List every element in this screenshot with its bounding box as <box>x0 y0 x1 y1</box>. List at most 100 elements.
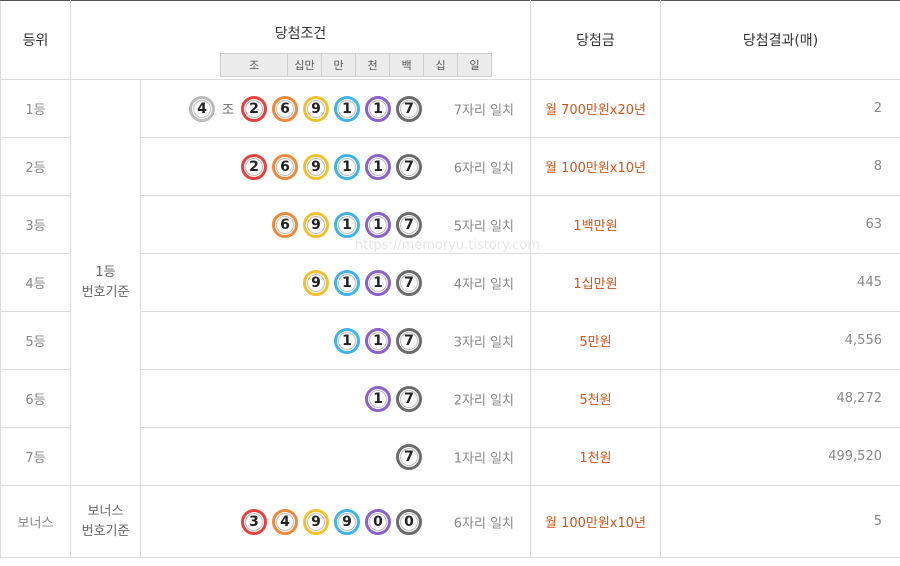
rank-cell: 3등 <box>0 195 71 254</box>
ball-group: 4조269117 <box>189 95 422 122</box>
number-ball: 1 <box>334 95 360 122</box>
ball-group: 7 <box>396 443 422 470</box>
number-ball: 3 <box>241 508 267 535</box>
digit-labels: 조 십만 만 천 백 십 일 <box>220 53 492 77</box>
prize-cell: 5천원 <box>530 369 661 428</box>
table-row: 1등 1등 번호기준 4조269117 7자리 일치 월 700만원x20년 2 <box>0 79 900 486</box>
prize-header: 당첨금 <box>530 0 661 80</box>
rank-cell: 4등 <box>0 253 71 312</box>
jo-label: 조 <box>222 103 234 118</box>
basis-label: 번호기준 <box>81 284 130 300</box>
result-cell: 8 <box>660 137 900 196</box>
number-ball: 1 <box>334 269 360 296</box>
condition-cell: 349900 6자리 일치 <box>140 485 531 558</box>
result-cell: 2 <box>660 79 900 138</box>
number-ball: 0 <box>365 508 391 535</box>
number-ball: 6 <box>272 153 298 180</box>
rank-cell: 5등 <box>0 311 71 370</box>
prize-cell: 5만원 <box>530 311 661 370</box>
condition-header-title: 당첨조건 <box>274 26 327 42</box>
number-ball: 2 <box>241 95 267 122</box>
ball-group: 117 <box>334 327 422 354</box>
digit-label-jo: 조 <box>220 53 288 77</box>
result-cell: 48,272 <box>660 369 900 428</box>
digit-label-1k: 천 <box>356 53 390 77</box>
condition-cell: 117 3자리 일치 <box>140 311 531 370</box>
number-ball: 1 <box>365 153 391 180</box>
match-label: 2자리 일치 <box>453 393 514 408</box>
lottery-results-table: 등위 당첨조건 조 십만 만 천 백 십 일 당첨금 당첨결과(매) 1등 1등 <box>0 0 900 558</box>
digit-label-1: 일 <box>458 53 492 77</box>
basis-label: 보너스 <box>87 503 124 519</box>
number-ball: 7 <box>396 443 422 470</box>
number-ball: 9 <box>334 508 360 535</box>
digit-label-100: 백 <box>390 53 424 77</box>
match-label: 6자리 일치 <box>453 516 514 531</box>
bonus-row: 보너스 보너스 번호기준 349900 6자리 일치 월 100만원x10년 5 <box>0 485 900 558</box>
basis-cell: 1등 번호기준 <box>70 79 141 486</box>
prize-cell: 월 100만원x10년 <box>530 485 661 558</box>
condition-header: 당첨조건 조 십만 만 천 백 십 일 <box>70 0 531 80</box>
rank-cell: 6등 <box>0 369 71 428</box>
match-label: 7자리 일치 <box>453 103 514 118</box>
number-ball: 7 <box>396 269 422 296</box>
condition-cell: 69117 5자리 일치 <box>140 195 531 254</box>
number-ball: 1 <box>365 327 391 354</box>
number-ball: 0 <box>396 508 422 535</box>
condition-cell: 7 1자리 일치 <box>140 427 531 486</box>
result-header: 당첨결과(매) <box>660 0 900 80</box>
condition-cell: 4조269117 7자리 일치 <box>140 79 531 138</box>
number-ball: 9 <box>303 269 329 296</box>
rank-cell: 2등 <box>0 137 71 196</box>
number-ball: 9 <box>303 211 329 238</box>
number-ball: 7 <box>396 95 422 122</box>
ball-group: 17 <box>365 385 422 412</box>
condition-cell: 17 2자리 일치 <box>140 369 531 428</box>
prize-cell: 1천원 <box>530 427 661 486</box>
result-cell: 445 <box>660 253 900 312</box>
result-cell: 5 <box>660 485 900 558</box>
prize-cell: 월 700만원x20년 <box>530 79 661 138</box>
rank-cell: 7등 <box>0 427 71 486</box>
ball-group: 349900 <box>241 508 422 535</box>
bonus-basis-cell: 보너스 번호기준 <box>70 485 141 558</box>
match-label: 3자리 일치 <box>453 335 514 350</box>
number-ball: 1 <box>365 95 391 122</box>
digit-label-10: 십 <box>424 53 458 77</box>
number-ball: 9 <box>303 508 329 535</box>
number-ball: 1 <box>334 153 360 180</box>
match-label: 5자리 일치 <box>453 219 514 234</box>
digit-label-10k: 만 <box>322 53 356 77</box>
result-cell: 4,556 <box>660 311 900 370</box>
basis-label: 번호기준 <box>81 523 130 539</box>
result-cell: 63 <box>660 195 900 254</box>
number-ball: 1 <box>334 327 360 354</box>
number-ball: 7 <box>396 211 422 238</box>
basis-label: 1등 <box>95 264 116 280</box>
prize-cell: 월 100만원x10년 <box>530 137 661 196</box>
number-ball: 4 <box>189 95 216 122</box>
number-ball: 9 <box>303 95 329 122</box>
match-label: 6자리 일치 <box>453 161 514 176</box>
ball-group: 69117 <box>272 211 422 238</box>
ball-group: 269117 <box>241 153 422 180</box>
match-label: 1자리 일치 <box>453 451 514 466</box>
prize-cell: 1십만원 <box>530 253 661 312</box>
result-cell: 499,520 <box>660 427 900 486</box>
number-ball: 6 <box>272 211 298 238</box>
number-ball: 7 <box>396 153 422 180</box>
condition-cell: 269117 6자리 일치 <box>140 137 531 196</box>
number-ball: 4 <box>272 508 298 535</box>
number-ball: 2 <box>241 153 267 180</box>
number-ball: 1 <box>365 385 391 412</box>
results-body: 1등 1등 번호기준 4조269117 7자리 일치 월 700만원x20년 2… <box>0 79 900 558</box>
ball-group: 9117 <box>303 269 422 296</box>
number-ball: 7 <box>396 327 422 354</box>
number-ball: 7 <box>396 385 422 412</box>
match-label: 4자리 일치 <box>453 277 514 292</box>
number-ball: 1 <box>365 269 391 296</box>
number-ball: 9 <box>303 153 329 180</box>
condition-cell: 9117 4자리 일치 <box>140 253 531 312</box>
number-ball: 6 <box>272 95 298 122</box>
number-ball: 1 <box>334 211 360 238</box>
